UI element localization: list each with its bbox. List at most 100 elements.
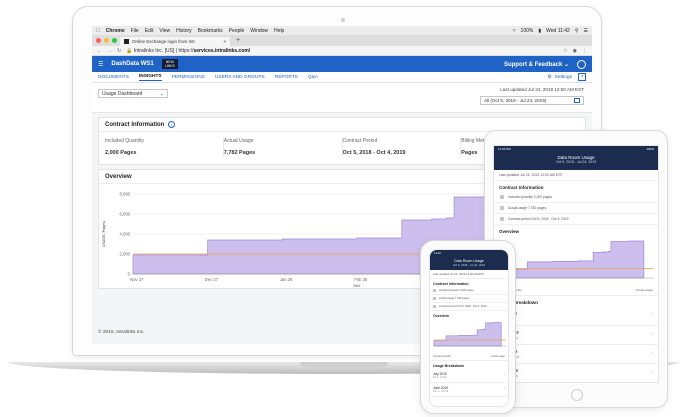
x-axis-label: DAY xyxy=(353,284,361,288)
tab-documents[interactable]: DOCUMENTS xyxy=(98,75,129,80)
chevron-right-icon: › xyxy=(650,350,652,355)
contract-field-label: Contract Period xyxy=(342,138,378,144)
menu-item-bookmarks[interactable]: Bookmarks xyxy=(198,28,223,34)
info-icon[interactable]: i xyxy=(168,121,176,128)
extension-icon[interactable]: ◉ xyxy=(573,48,577,54)
browser-menu-icon[interactable]: ⋮ xyxy=(582,48,587,54)
wifi-icon[interactable]: ≈ xyxy=(513,28,516,34)
settings-label: Settings xyxy=(554,74,572,80)
bookmark-star-icon[interactable]: ☆ xyxy=(563,48,567,54)
list-item[interactable]: June 2019Jun 1 - Jun 30› xyxy=(430,383,508,397)
user-avatar-icon[interactable] xyxy=(577,59,586,69)
browser-tabbar: Online Exchange login from Intr × + xyxy=(92,35,592,46)
tablet-battery: 100% xyxy=(646,147,654,151)
tablet-header: Data Room Usage Oct 5, 2018 - Jul 24, 20… xyxy=(494,152,658,170)
browser-tab-title: Online Exchange login from Intr xyxy=(132,39,196,44)
tab-reports[interactable]: REPORTS xyxy=(275,75,298,80)
address-bar: ← → ↻ 🔒 Intralinks Inc. [US] | https://s… xyxy=(92,46,592,56)
list-item[interactable]: June 2019Jun 1 - Jun 30› xyxy=(494,326,658,345)
tablet-home-button[interactable] xyxy=(571,389,583,401)
window-close-button[interactable] xyxy=(96,38,101,43)
phone-legend-actual: Actual usage xyxy=(491,355,505,358)
usage-area-series xyxy=(433,322,502,347)
support-feedback-menu[interactable]: Support & Feedback ⌄ xyxy=(504,61,569,68)
browser-tab[interactable]: Online Exchange login from Intr × xyxy=(120,37,230,46)
workspace-name[interactable]: DashData WS1 xyxy=(111,61,153,67)
list-item[interactable]: July 2019Jul 1 - Jul 24› xyxy=(494,307,658,326)
contract-field-value: Oct 5, 2018 - Oct 4, 2019 xyxy=(342,150,406,156)
url-field[interactable]: 🔒 Intralinks Inc. [US] | https://service… xyxy=(126,48,250,54)
battery-percent: 100% xyxy=(520,27,534,34)
menu-item-window[interactable]: Window xyxy=(250,28,268,34)
menu-item-view[interactable]: View xyxy=(159,28,170,34)
url-domain: services.intralinks.com/ xyxy=(193,47,251,54)
lock-icon: 🔒 xyxy=(126,47,133,54)
contract-card-title: Contract Information xyxy=(105,121,165,128)
menubar-clock[interactable]: Wed 11:42 xyxy=(546,28,570,34)
filter-bar: Usage Dashboard ⌄ Last updated Jul 24, 2… xyxy=(92,83,592,113)
battery-icon[interactable]: ▮ xyxy=(538,28,541,34)
gear-icon: ⚙ xyxy=(547,74,552,80)
contract-field: Actual Usage 7,782 Pages xyxy=(224,138,343,156)
phone-header-sub: Oct 5, 2018 - Jul 24, 2019 xyxy=(452,263,486,267)
tab-insights[interactable]: INSIGHTS xyxy=(138,74,162,81)
tab-qa[interactable]: Q&A xyxy=(308,75,318,80)
phone-frame: 11:42 Data Room Usage Oct 5, 2018 - Jul … xyxy=(420,240,516,414)
tab-close-icon[interactable]: × xyxy=(223,39,226,44)
contract-field: Contract Period Oct 5, 2018 - Oct 4, 201… xyxy=(343,138,462,156)
tablet-legend-actual: Actual usage xyxy=(635,288,653,292)
tablet-screen: 11:42 PM 100% Data Room Usage Oct 5, 201… xyxy=(493,145,659,383)
calendar-icon[interactable] xyxy=(574,98,580,103)
x-tick-label: Dec 27 xyxy=(205,277,219,282)
back-icon[interactable]: ← xyxy=(97,48,102,54)
window-zoom-button[interactable] xyxy=(112,38,117,43)
menu-item-help[interactable]: Help xyxy=(274,28,284,34)
y-tick-label: 8,000 xyxy=(120,192,131,197)
tablet-contract-row: Actual usage 7,782 pages xyxy=(494,203,658,214)
reload-icon[interactable]: ↻ xyxy=(117,48,121,54)
phone-contract-row: Contract period Oct 5, 2018 - Oct 4, 201… xyxy=(430,303,508,311)
date-range-picker[interactable]: All (Oct 5, 2018 - Jul 24, 2019) xyxy=(480,96,584,105)
url-prefix: Intralinks Inc. [US] | https:// xyxy=(133,47,194,54)
tablet-header-sub: Oct 5, 2018 - Jul 24, 2019 xyxy=(555,160,597,164)
tab-permissions[interactable]: PERMISSIONS xyxy=(172,75,205,80)
chevron-down-icon: ⌄ xyxy=(159,90,164,97)
chevron-right-icon: › xyxy=(503,386,505,390)
phone-overview-chart xyxy=(433,322,506,347)
month-range: Jun 1 - Jun 30 xyxy=(499,336,519,340)
menu-item-history[interactable]: History xyxy=(176,28,192,34)
list-item[interactable]: April 2019Apr 1 - Apr 30› xyxy=(494,364,658,382)
phone-note: Last updated Jul 24, 2019 12:00 AM EST xyxy=(430,270,508,279)
contract-field-label: Included Quantity xyxy=(105,138,144,144)
contract-field-label: Actual Usage xyxy=(223,138,254,144)
search-icon[interactable]: ⚲ xyxy=(575,28,579,34)
apple-icon[interactable]:  xyxy=(96,28,100,34)
list-item[interactable]: May 2019May 1 - May 31› xyxy=(494,345,658,364)
chevron-right-icon: › xyxy=(650,312,652,317)
phone-legend-included: Included quantity xyxy=(433,355,452,358)
window-minimize-button[interactable] xyxy=(104,38,109,43)
tablet-overview-chart xyxy=(501,240,654,279)
y-tick-label: 0 xyxy=(128,272,131,277)
tablet-overview-title: Overview xyxy=(499,229,520,234)
contract-field: Included Quantity 2,000 Pages xyxy=(105,138,224,156)
menu-item-file[interactable]: File xyxy=(131,28,139,34)
x-tick-label: Nov 27 xyxy=(130,277,144,282)
menu-item-edit[interactable]: Edit xyxy=(145,28,154,34)
menu-item-people[interactable]: People xyxy=(229,28,245,34)
menu-list-icon[interactable]: ☰ xyxy=(584,28,588,34)
month-range: Jun 1 - Jun 30 xyxy=(433,390,449,393)
y-axis-label: USAGE (Pages) xyxy=(102,221,106,247)
y-tick-label: 4,000 xyxy=(120,232,131,237)
hamburger-menu-icon[interactable]: ☰ xyxy=(98,61,103,68)
list-item[interactable]: July 2019Jul 1 - Jul 24› xyxy=(430,369,508,383)
month-range: Jul 1 - Jul 24 xyxy=(499,317,653,321)
tab-users-and-groups[interactable]: USERS AND GROUPS xyxy=(215,75,265,80)
menu-item-chrome[interactable]: Chrome xyxy=(106,28,125,34)
settings-button[interactable]: ⚙ Settings ? xyxy=(547,73,586,81)
new-tab-icon[interactable]: + xyxy=(236,37,240,44)
forward-icon[interactable]: → xyxy=(107,48,112,54)
tablet-breakdown-title: Usage Breakdown xyxy=(499,300,539,305)
dashboard-select[interactable]: Usage Dashboard ⌄ xyxy=(98,89,168,98)
help-icon[interactable]: ? xyxy=(578,73,586,81)
